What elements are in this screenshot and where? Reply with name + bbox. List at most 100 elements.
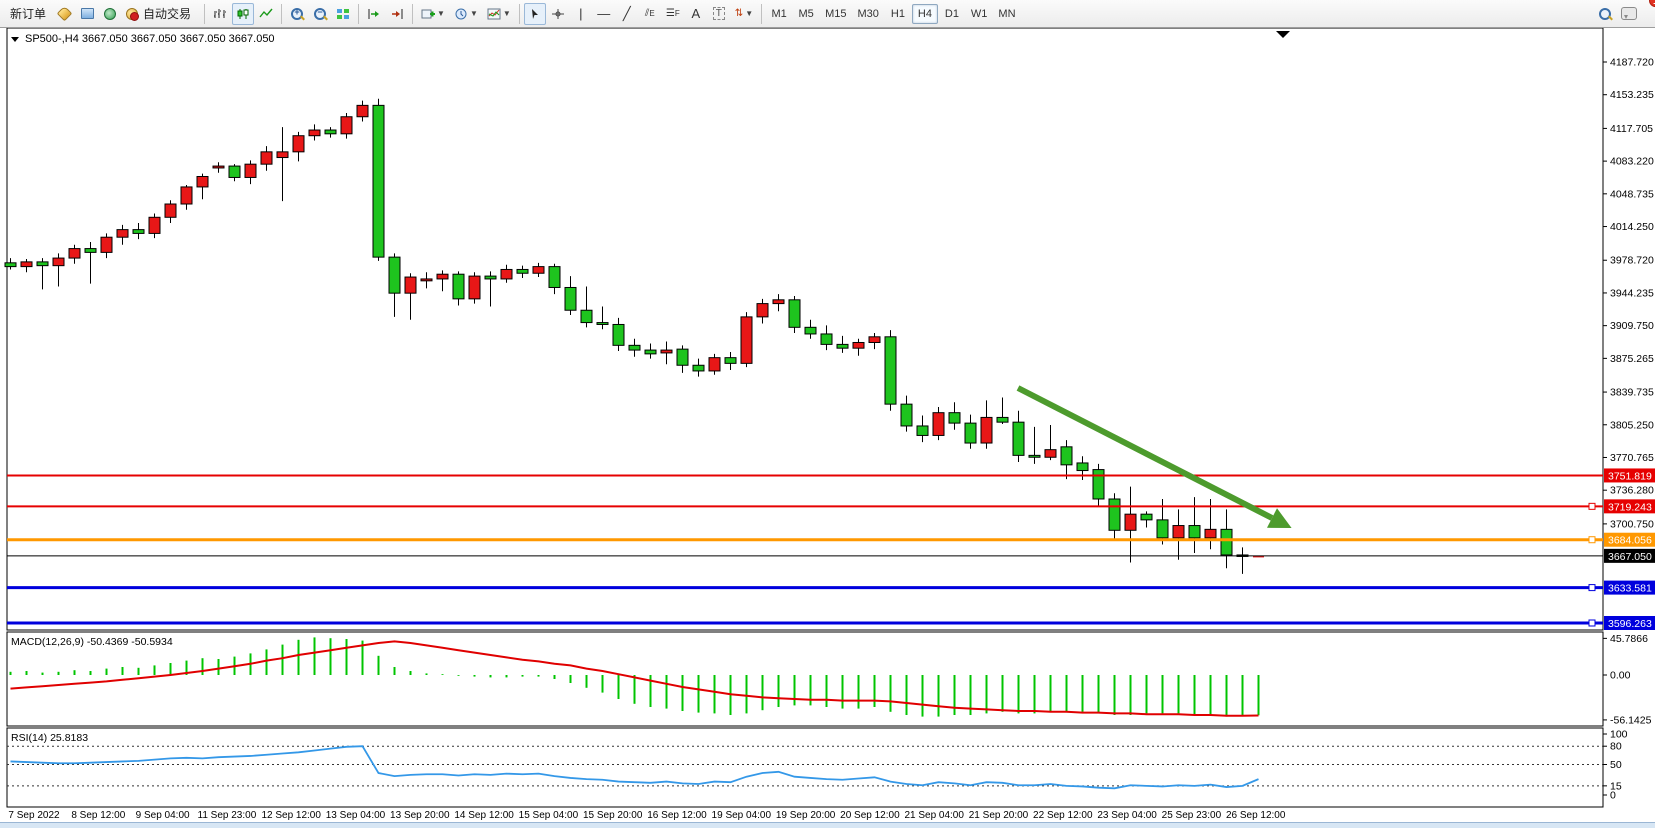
- price-tick-label: 3770.765: [1610, 452, 1654, 464]
- candle: [709, 358, 720, 371]
- rsi-tick-label: 100: [1610, 729, 1628, 741]
- candle: [981, 417, 992, 443]
- candle: [309, 130, 320, 136]
- time-tick-label: 19 Sep 04:00: [712, 810, 772, 821]
- candle: [1061, 447, 1072, 465]
- crosshair-tool-icon[interactable]: [547, 3, 569, 25]
- text-tool-icon[interactable]: A: [685, 3, 707, 25]
- candle: [533, 267, 544, 274]
- fibonacci-tool-icon[interactable]: ☰F: [662, 3, 684, 25]
- macd-tick-label: 0.00: [1610, 670, 1631, 682]
- bar-chart-type-icon[interactable]: [209, 3, 231, 25]
- time-tick-label: 8 Sep 12:00: [71, 810, 125, 821]
- time-tick-label: 15 Sep 20:00: [583, 810, 643, 821]
- candle: [373, 105, 384, 257]
- candle: [69, 249, 80, 258]
- timeframe-h1[interactable]: H1: [885, 4, 911, 24]
- periods-button[interactable]: ▼: [450, 3, 482, 25]
- tile-windows-icon[interactable]: [332, 3, 354, 25]
- timeframe-h4[interactable]: H4: [912, 4, 938, 24]
- candle: [997, 417, 1008, 422]
- timeframe-mn[interactable]: MN: [993, 4, 1020, 24]
- candle: [101, 237, 112, 252]
- candle: [725, 358, 736, 364]
- candle: [181, 187, 192, 204]
- timeframe-d1[interactable]: D1: [939, 4, 965, 24]
- time-tick-label: 7 Sep 2022: [8, 810, 60, 821]
- candle: [885, 337, 896, 404]
- market-watch-icon[interactable]: [76, 3, 98, 25]
- candle: [501, 269, 512, 278]
- timeframe-m15[interactable]: M15: [820, 4, 851, 24]
- timeframe-m5[interactable]: M5: [793, 4, 819, 24]
- new-chart-button[interactable]: ▼: [417, 3, 449, 25]
- horizontal-line-tool-icon[interactable]: —: [593, 3, 615, 25]
- channel-tool-icon[interactable]: ⫽E: [639, 3, 661, 25]
- candle: [1141, 514, 1152, 520]
- candle: [869, 337, 880, 343]
- line-chart-type-icon[interactable]: [255, 3, 277, 25]
- zoom-in-icon[interactable]: +: [286, 3, 308, 25]
- separator: [519, 4, 520, 24]
- hline-handle[interactable]: [1589, 537, 1595, 543]
- separator: [204, 4, 205, 24]
- search-icon[interactable]: [1594, 3, 1616, 25]
- trendline-tool-icon[interactable]: ╱: [616, 3, 638, 25]
- templates-button[interactable]: ▼: [483, 3, 515, 25]
- notifications-icon[interactable]: 1: [1617, 3, 1641, 25]
- time-tick-label: 16 Sep 12:00: [647, 810, 707, 821]
- auto-trading-button[interactable]: 自动交易: [122, 3, 200, 25]
- timeframe-m1[interactable]: M1: [766, 4, 792, 24]
- status-strip: [0, 822, 1655, 828]
- dropdown-arrow-icon: ▼: [503, 9, 511, 18]
- candle: [677, 349, 688, 365]
- candle: [933, 413, 944, 436]
- candle: [1077, 463, 1088, 471]
- candle: [453, 274, 464, 299]
- cursor-tool-icon[interactable]: [524, 3, 546, 25]
- candle: [693, 365, 704, 371]
- candle: [917, 426, 928, 435]
- candlestick-chart-type-icon[interactable]: [232, 3, 254, 25]
- candle: [613, 324, 624, 345]
- hline-handle[interactable]: [1589, 585, 1595, 591]
- candle: [517, 269, 528, 273]
- price-tick-label: 4014.250: [1610, 221, 1654, 233]
- time-tick-label: 21 Sep 20:00: [969, 810, 1029, 821]
- candle: [405, 277, 416, 293]
- chart-shift-icon[interactable]: [386, 3, 408, 25]
- price-axis: 4187.7204153.2354117.7054083.2204048.735…: [1603, 57, 1654, 531]
- hline-handle[interactable]: [1589, 620, 1595, 626]
- separator: [281, 4, 282, 24]
- timeframe-m30[interactable]: M30: [853, 4, 884, 24]
- candle: [661, 350, 672, 353]
- chart-window[interactable]: 4187.7204153.2354117.7054083.2204048.735…: [0, 28, 1655, 822]
- price-tick-label: 3839.735: [1610, 387, 1654, 399]
- candle: [1173, 526, 1184, 538]
- rsi-tick-label: 0: [1610, 790, 1616, 802]
- rsi-pane[interactable]: [7, 728, 1603, 807]
- symbols-icon[interactable]: [53, 3, 75, 25]
- candle: [85, 249, 96, 253]
- separator: [761, 4, 762, 24]
- price-chart[interactable]: 4187.7204153.2354117.7054083.2204048.735…: [0, 28, 1655, 822]
- macd-pane[interactable]: [7, 632, 1603, 726]
- timeframe-w1[interactable]: W1: [966, 4, 993, 24]
- navigator-icon[interactable]: [99, 3, 121, 25]
- hline-handle[interactable]: [1589, 503, 1595, 509]
- candle: [165, 204, 176, 217]
- candle: [229, 166, 240, 177]
- label-tool-icon[interactable]: T: [708, 3, 730, 25]
- price-badge-label: 3596.263: [1608, 618, 1652, 630]
- time-tick-label: 12 Sep 12:00: [261, 810, 321, 821]
- zoom-out-icon[interactable]: −: [309, 3, 331, 25]
- auto-scroll-icon[interactable]: [363, 3, 385, 25]
- candle: [117, 230, 128, 238]
- arrows-tool-icon[interactable]: ⇅ ▼: [731, 3, 757, 25]
- price-tick-label: 4083.220: [1610, 156, 1654, 168]
- vertical-line-tool-icon[interactable]: |: [570, 3, 592, 25]
- chart-symbol-label: SP500-,H4 3667.050 3667.050 3667.050 366…: [25, 33, 275, 45]
- new-order-button[interactable]: 新订单: [4, 3, 52, 25]
- candle: [565, 287, 576, 310]
- time-tick-label: 11 Sep 23:00: [198, 810, 257, 821]
